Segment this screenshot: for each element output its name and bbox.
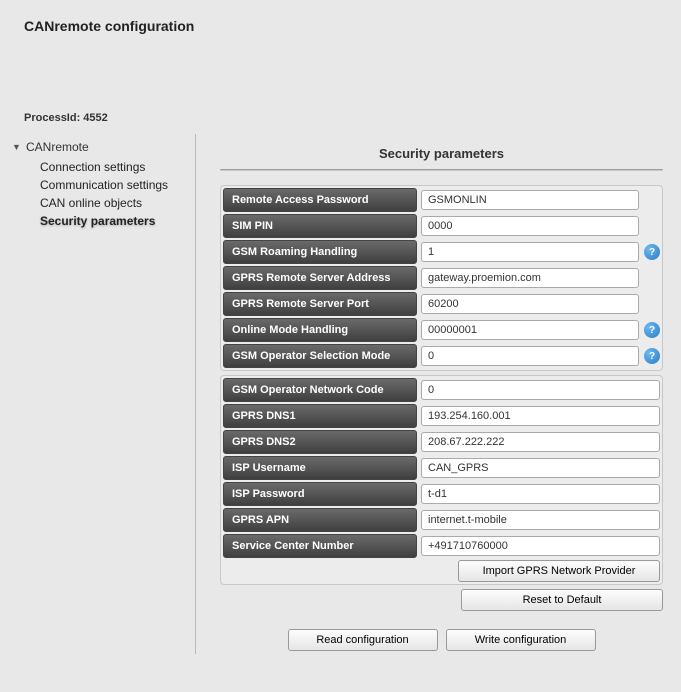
label-gsm-network-code: GSM Operator Network Code bbox=[223, 378, 417, 402]
row-gprs-apn: GPRS APN bbox=[223, 508, 660, 532]
help-icon[interactable]: ? bbox=[644, 244, 660, 260]
form-group-1: Remote Access Password SIM PIN GSM Roami… bbox=[220, 185, 663, 371]
row-gsm-roaming: GSM Roaming Handling ? bbox=[223, 240, 660, 264]
read-configuration-button[interactable]: Read configuration bbox=[288, 629, 438, 651]
label-gprs-dns1: GPRS DNS1 bbox=[223, 404, 417, 428]
form-group-2: GSM Operator Network Code GPRS DNS1 GPRS… bbox=[220, 375, 663, 585]
row-gprs-server-port: GPRS Remote Server Port bbox=[223, 292, 660, 316]
input-gprs-dns2[interactable] bbox=[421, 432, 660, 452]
row-gprs-server-address: GPRS Remote Server Address bbox=[223, 266, 660, 290]
input-gprs-dns1[interactable] bbox=[421, 406, 660, 426]
main-panel: Security parameters Remote Access Passwo… bbox=[196, 134, 681, 654]
row-gsm-operator-mode: GSM Operator Selection Mode ? bbox=[223, 344, 660, 368]
row-sim-pin: SIM PIN bbox=[223, 214, 660, 238]
sidebar-item-security-parameters[interactable]: Security parameters bbox=[40, 212, 195, 230]
input-online-mode[interactable] bbox=[421, 320, 639, 340]
row-online-mode: Online Mode Handling ? bbox=[223, 318, 660, 342]
button-row-reset: Reset to Default bbox=[220, 589, 663, 611]
label-gprs-server-port: GPRS Remote Server Port bbox=[223, 292, 417, 316]
tree-children: Connection settings Communication settin… bbox=[12, 158, 195, 230]
input-service-center[interactable] bbox=[421, 536, 660, 556]
divider bbox=[220, 169, 663, 171]
input-sim-pin[interactable] bbox=[421, 216, 639, 236]
row-gsm-network-code: GSM Operator Network Code bbox=[223, 378, 660, 402]
bottom-button-row: Read configuration Write configuration bbox=[220, 629, 663, 651]
label-gprs-server-address: GPRS Remote Server Address bbox=[223, 266, 417, 290]
row-isp-username: ISP Username bbox=[223, 456, 660, 480]
page-title: CANremote configuration bbox=[0, 0, 681, 34]
process-id: ProcessId: 4552 bbox=[0, 34, 681, 134]
help-icon[interactable]: ? bbox=[644, 322, 660, 338]
sidebar: ▼ CANremote Connection settings Communic… bbox=[6, 134, 196, 654]
row-gprs-dns2: GPRS DNS2 bbox=[223, 430, 660, 454]
label-gprs-dns2: GPRS DNS2 bbox=[223, 430, 417, 454]
label-online-mode: Online Mode Handling bbox=[223, 318, 417, 342]
input-isp-password[interactable] bbox=[421, 484, 660, 504]
input-gsm-operator-mode[interactable] bbox=[421, 346, 639, 366]
label-gsm-operator-mode: GSM Operator Selection Mode bbox=[223, 344, 417, 368]
button-row-import: Import GPRS Network Provider bbox=[223, 560, 660, 582]
label-sim-pin: SIM PIN bbox=[223, 214, 417, 238]
input-gprs-server-address[interactable] bbox=[421, 268, 639, 288]
help-icon[interactable]: ? bbox=[644, 348, 660, 364]
write-configuration-button[interactable]: Write configuration bbox=[446, 629, 596, 651]
input-isp-username[interactable] bbox=[421, 458, 660, 478]
input-gsm-roaming[interactable] bbox=[421, 242, 639, 262]
row-remote-access-password: Remote Access Password bbox=[223, 188, 660, 212]
input-gprs-server-port[interactable] bbox=[421, 294, 639, 314]
sidebar-item-connection-settings[interactable]: Connection settings bbox=[40, 158, 195, 176]
row-service-center: Service Center Number bbox=[223, 534, 660, 558]
input-remote-access-password[interactable] bbox=[421, 190, 639, 210]
label-isp-username: ISP Username bbox=[223, 456, 417, 480]
label-isp-password: ISP Password bbox=[223, 482, 417, 506]
row-isp-password: ISP Password bbox=[223, 482, 660, 506]
label-gsm-roaming: GSM Roaming Handling bbox=[223, 240, 417, 264]
sidebar-item-can-online-objects[interactable]: CAN online objects bbox=[40, 194, 195, 212]
label-service-center: Service Center Number bbox=[223, 534, 417, 558]
label-gprs-apn: GPRS APN bbox=[223, 508, 417, 532]
tree-root-label: CANremote bbox=[26, 140, 89, 154]
input-gsm-network-code[interactable] bbox=[421, 380, 660, 400]
input-gprs-apn[interactable] bbox=[421, 510, 660, 530]
import-gprs-button[interactable]: Import GPRS Network Provider bbox=[458, 560, 660, 582]
tree-root-canremote[interactable]: ▼ CANremote bbox=[12, 140, 195, 154]
row-gprs-dns1: GPRS DNS1 bbox=[223, 404, 660, 428]
label-remote-access-password: Remote Access Password bbox=[223, 188, 417, 212]
chevron-down-icon: ▼ bbox=[12, 142, 22, 152]
sidebar-item-communication-settings[interactable]: Communication settings bbox=[40, 176, 195, 194]
section-title: Security parameters bbox=[220, 146, 663, 169]
reset-default-button[interactable]: Reset to Default bbox=[461, 589, 663, 611]
